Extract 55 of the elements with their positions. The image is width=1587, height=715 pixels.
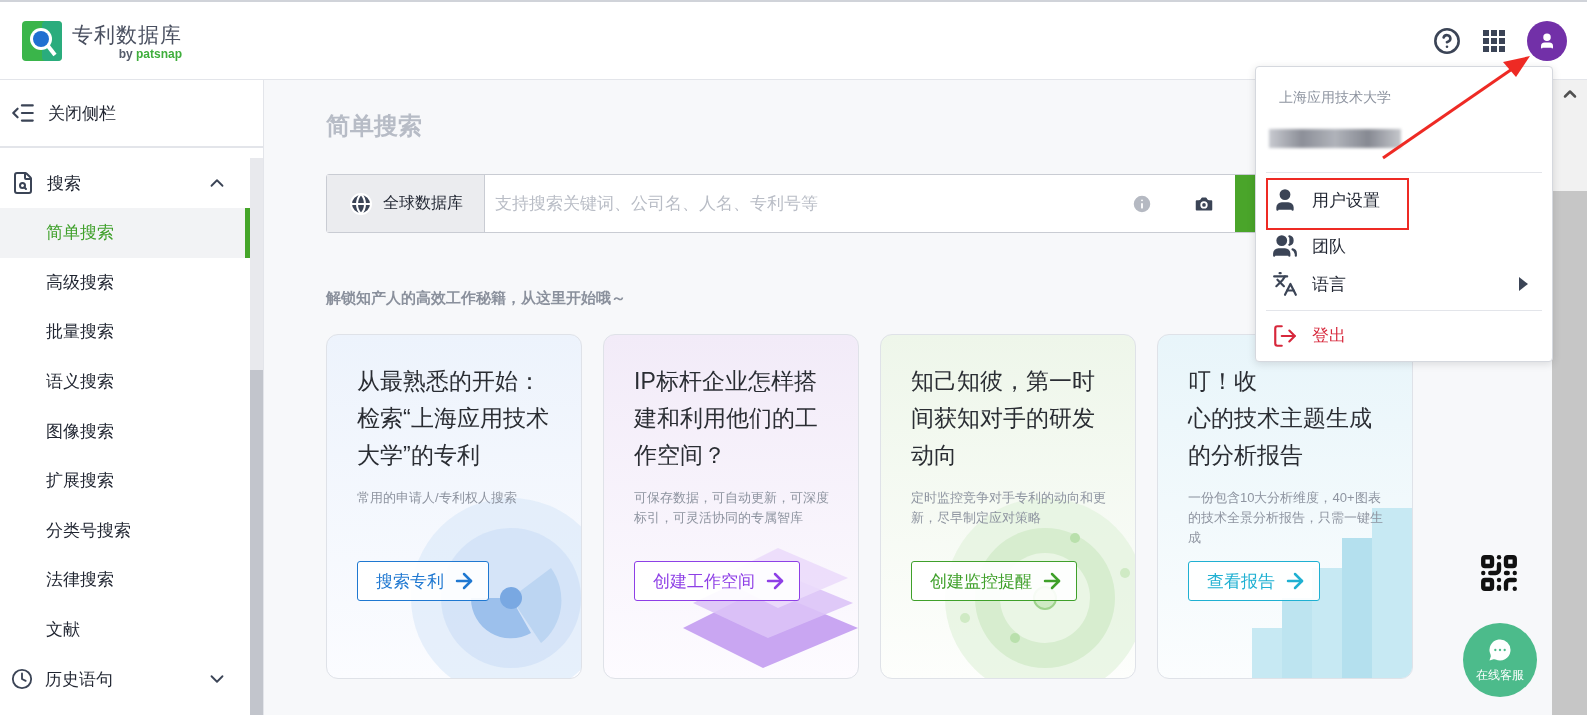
- card-description: 常用的申请人/专利权人搜索: [357, 489, 518, 507]
- card-action-button[interactable]: 搜索专利: [357, 561, 489, 601]
- sidebar-item[interactable]: 分类号搜索: [0, 505, 250, 556]
- logo-icon: [22, 20, 62, 61]
- chat-bubble-icon: [1486, 636, 1514, 664]
- section-label: 历史语句: [45, 668, 113, 691]
- clock-icon: [11, 668, 33, 691]
- submenu-arrow-icon: [1519, 277, 1528, 292]
- logo-title: 专利数据库: [72, 21, 182, 48]
- tagline: 解锁知产人的高效工作秘籍，从这里开始哦～: [326, 289, 627, 308]
- card-description: 定时监控竞争对手专利的动向和更新，尽早制定应对策略: [911, 489, 1107, 527]
- card-title-line: 动向: [911, 441, 957, 470]
- card-title-line: 叮！收: [1188, 367, 1257, 396]
- card-description: 可保存数据，可自动更新，可深度标引，可灵活协同的专属智库: [634, 489, 830, 527]
- menu-item[interactable]: 用户设置: [1266, 173, 1542, 227]
- card-title-line: 知己知彼，第一时: [911, 367, 1095, 396]
- sidebar-section[interactable]: 历史语句: [0, 654, 250, 705]
- sidebar-item[interactable]: 语义搜索: [0, 356, 250, 407]
- menu-item[interactable]: 登出: [1266, 310, 1542, 361]
- help-icon[interactable]: [1433, 26, 1461, 55]
- organization-name: 上海应用技术大学: [1278, 89, 1392, 107]
- card-title-line: 间获知对手的研发: [911, 404, 1095, 433]
- qr-code-icon[interactable]: [1478, 552, 1520, 594]
- apps-grid-icon[interactable]: [1483, 29, 1505, 52]
- search-document-icon: [11, 171, 35, 195]
- card-title-line: 检索“上海应用技术: [357, 404, 549, 433]
- card-title-line: 建和利用他们的工: [634, 404, 818, 433]
- sidebar-item[interactable]: 高级搜索: [0, 257, 250, 308]
- sidebar-item[interactable]: 扩展搜索: [0, 455, 250, 506]
- card-title-line: 作空间？: [634, 441, 726, 470]
- card-title-line: 大学”的专利: [357, 441, 480, 470]
- card-title-line: 的分析报告: [1188, 441, 1303, 470]
- sidebar-item[interactable]: 法律搜索: [0, 555, 250, 605]
- section-label: 搜索: [47, 172, 81, 195]
- card-action-button[interactable]: 创建工作空间: [634, 561, 800, 601]
- page-title: 简单搜索: [326, 111, 422, 141]
- close-sidebar-button[interactable]: 关闭侧栏: [0, 80, 263, 148]
- logout-icon: [1272, 322, 1298, 349]
- sidebar-item[interactable]: 批量搜索: [0, 307, 250, 357]
- person-icon: [1538, 31, 1556, 50]
- menu-item[interactable]: 团队: [1266, 227, 1542, 266]
- card-title-line: IP标杆企业怎样搭: [634, 367, 817, 396]
- card-title-line: 从最熟悉的开始：: [357, 367, 541, 396]
- sidebar-item[interactable]: 图像搜索: [0, 406, 250, 456]
- sidebar-item[interactable]: 文献: [0, 604, 250, 655]
- logo-byline: by patsnap: [118, 46, 182, 61]
- language-icon: [1272, 271, 1298, 298]
- team-icon: [1272, 233, 1298, 260]
- menu-item[interactable]: 语言: [1266, 265, 1542, 304]
- scrollbar[interactable]: [1552, 80, 1587, 715]
- avatar-button[interactable]: [1527, 20, 1567, 61]
- card-description: 一份包含10大分析维度，40+图表的技术全景分析报告，只需一键生成: [1188, 489, 1384, 547]
- card-title-line: 心的技术主题生成: [1188, 404, 1372, 433]
- scrollbar[interactable]: [250, 158, 263, 715]
- sidebar-section[interactable]: 搜索: [0, 158, 250, 208]
